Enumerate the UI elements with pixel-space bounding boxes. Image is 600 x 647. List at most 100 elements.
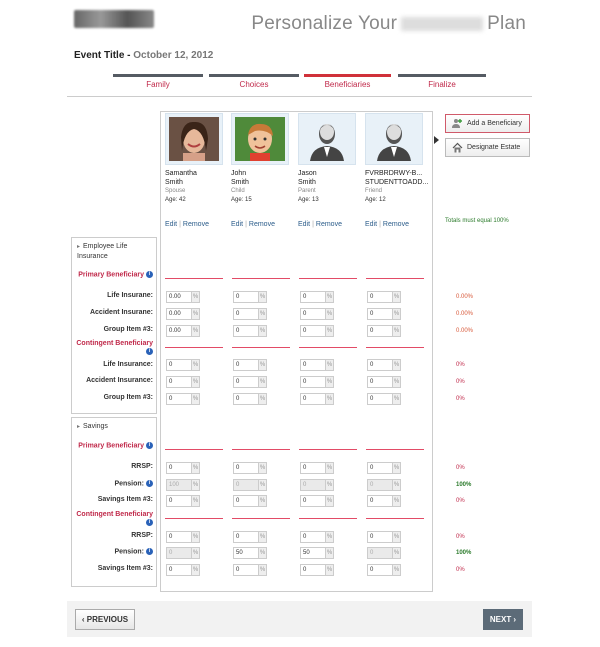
edit-link[interactable]: Edit — [365, 221, 377, 228]
percent-input[interactable]: 0% — [300, 495, 334, 507]
remove-link[interactable]: Remove — [183, 221, 209, 228]
percent-input[interactable]: 0% — [233, 308, 267, 320]
row-label: Group Item #3: — [103, 394, 153, 401]
person-silhouette-icon — [310, 124, 344, 161]
column-divider — [366, 278, 424, 279]
percent-input[interactable]: 0% — [367, 393, 401, 405]
designate-estate-button[interactable]: Designate Estate — [445, 138, 530, 157]
row-label: Life Insurane: — [107, 292, 153, 299]
column-divider — [165, 449, 223, 450]
percent-input[interactable]: 50% — [233, 547, 267, 559]
step-beneficiaries[interactable]: Beneficiaries — [304, 74, 391, 90]
percent-input[interactable]: 0% — [233, 531, 267, 543]
info-icon[interactable]: i — [146, 548, 153, 555]
section-header[interactable]: ▸ Employee Life Insurance — [72, 238, 156, 262]
info-icon[interactable]: i — [146, 348, 153, 355]
next-button[interactable]: NEXT › — [483, 609, 523, 630]
row-label: Savings Item #3: — [97, 496, 153, 503]
row-total: 0% — [456, 567, 465, 573]
row-total: 0% — [456, 498, 465, 504]
column-divider — [299, 518, 357, 519]
percent-input[interactable]: 0% — [367, 531, 401, 543]
remove-link[interactable]: Remove — [383, 221, 409, 228]
step-choices[interactable]: Choices — [209, 74, 299, 90]
contingent-beneficiary-label: Contingent Beneficiaryi — [76, 511, 153, 526]
percent-input[interactable]: 0% — [166, 495, 200, 507]
percent-input[interactable]: 0% — [300, 291, 334, 303]
step-family[interactable]: Family — [113, 74, 203, 90]
percent-input[interactable]: 0% — [166, 462, 200, 474]
percent-input[interactable]: 0% — [300, 325, 334, 337]
percent-input[interactable]: 0% — [233, 495, 267, 507]
section-header[interactable]: ▸ Savings — [72, 418, 156, 432]
edit-link[interactable]: Edit — [298, 221, 310, 228]
info-icon[interactable]: i — [146, 480, 153, 487]
divider — [67, 96, 532, 97]
percent-input[interactable]: 0% — [233, 393, 267, 405]
row-label: Accident Insurane: — [89, 309, 153, 316]
percent-input[interactable]: 0% — [367, 291, 401, 303]
percent-input[interactable]: 0% — [367, 359, 401, 371]
percent-input[interactable]: 0.00% — [166, 291, 200, 303]
percent-input: 0% — [233, 479, 267, 491]
info-icon[interactable]: i — [146, 442, 153, 449]
row-label: Savings Item #3: — [97, 565, 153, 572]
percent-input[interactable]: 0% — [166, 531, 200, 543]
add-beneficiary-button[interactable]: Add a Beneficiary — [445, 114, 530, 133]
percent-input[interactable]: 0% — [233, 325, 267, 337]
person-silhouette-icon — [377, 124, 411, 161]
edit-link[interactable]: Edit — [165, 221, 177, 228]
row-total: 0% — [456, 379, 465, 385]
info-icon[interactable]: i — [146, 271, 153, 278]
scroll-right-arrow[interactable] — [434, 136, 439, 144]
percent-input[interactable]: 50% — [300, 547, 334, 559]
percent-input[interactable]: 0% — [166, 376, 200, 388]
expand-triangle-icon: ▸ — [77, 424, 81, 430]
beneficiary-card[interactable]: Samantha Smith Spouse Age: 42 Edit | Remov… — [165, 113, 231, 228]
column-divider — [366, 449, 424, 450]
column-divider — [232, 347, 290, 348]
percent-input[interactable]: 0% — [166, 393, 200, 405]
percent-input[interactable]: 0% — [300, 308, 334, 320]
percent-input[interactable]: 0% — [300, 376, 334, 388]
percent-input[interactable]: 0% — [233, 376, 267, 388]
percent-input[interactable]: 0% — [166, 359, 200, 371]
beneficiary-card[interactable]: John Smith Child Age: 15 Edit | Remove — [231, 113, 297, 228]
percent-input[interactable]: 0% — [367, 495, 401, 507]
percent-input[interactable]: 0% — [300, 393, 334, 405]
column-divider — [232, 518, 290, 519]
step-finalize[interactable]: Finalize — [398, 74, 486, 90]
beneficiary-card[interactable]: Jason Smith Parent Age: 13 Edit | Remove — [298, 113, 364, 228]
column-divider — [165, 518, 223, 519]
beneficiary-card[interactable]: FVRBRDRWY-B... STUDENTTOADD... Friend Ag… — [365, 113, 431, 228]
percent-input[interactable]: 0% — [300, 359, 334, 371]
percent-input[interactable]: 0% — [367, 325, 401, 337]
percent-input[interactable]: 0% — [300, 462, 334, 474]
percent-input[interactable]: 0% — [300, 564, 334, 576]
info-icon[interactable]: i — [146, 519, 153, 526]
previous-button[interactable]: ‹ PREVIOUS — [75, 609, 135, 630]
percent-input[interactable]: 0.00% — [166, 325, 200, 337]
percent-input[interactable]: 0% — [233, 462, 267, 474]
percent-input[interactable]: 0% — [300, 531, 334, 543]
row-total: 0% — [456, 396, 465, 402]
percent-input[interactable]: 0% — [233, 291, 267, 303]
percent-input[interactable]: 0% — [367, 462, 401, 474]
column-divider — [366, 347, 424, 348]
percent-input: 0% — [300, 479, 334, 491]
row-label: Life Insurance: — [103, 361, 153, 368]
percent-input[interactable]: 0% — [367, 564, 401, 576]
percent-input[interactable]: 0% — [166, 564, 200, 576]
remove-link[interactable]: Remove — [249, 221, 275, 228]
edit-link[interactable]: Edit — [231, 221, 243, 228]
percent-input[interactable]: 0% — [367, 308, 401, 320]
percent-input[interactable]: 0% — [233, 359, 267, 371]
remove-link[interactable]: Remove — [316, 221, 342, 228]
column-divider — [232, 278, 290, 279]
percent-input: 0% — [367, 547, 401, 559]
percent-input[interactable]: 0.00% — [166, 308, 200, 320]
percent-input[interactable]: 0% — [367, 376, 401, 388]
percent-input[interactable]: 0% — [233, 564, 267, 576]
row-total: 100% — [456, 550, 472, 556]
column-divider — [232, 449, 290, 450]
